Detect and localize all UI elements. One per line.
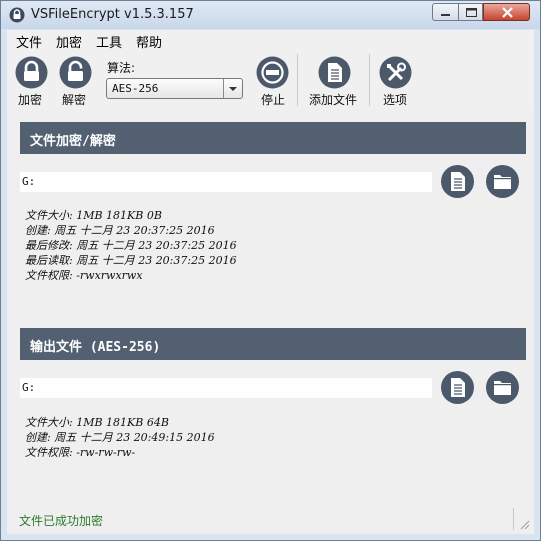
- stop-label: 停止: [261, 93, 286, 107]
- lock-closed-icon: [15, 56, 48, 89]
- minimize-icon: [441, 14, 450, 16]
- lock-icon: [9, 7, 25, 23]
- info-line: 创建: 周五 十二月 23 20:37:25 2016: [25, 224, 215, 237]
- status-separator: [513, 508, 514, 530]
- output-open-file-button[interactable]: [441, 371, 474, 404]
- toolbar: 加密 解密 算法: AES-256 停止 添加文件 选项: [7, 50, 534, 110]
- input-open-file-button[interactable]: [441, 165, 474, 198]
- menu-encrypt[interactable]: 加密: [56, 32, 82, 51]
- algorithm-value: AES-256: [112, 82, 159, 95]
- info-line: 创建: 周五 十二月 23 20:49:15 2016: [25, 431, 215, 444]
- document-icon: [318, 56, 351, 89]
- lock-open-icon: [59, 56, 92, 89]
- title-bar[interactable]: VSFileEncrypt v1.5.3.157: [1, 1, 540, 29]
- folder-icon: [494, 175, 511, 189]
- info-line: 文件权限: -rwxrwxrwx: [25, 269, 143, 282]
- algorithm-select[interactable]: AES-256: [106, 78, 243, 99]
- input-section-header: 文件加密/解密: [20, 122, 526, 154]
- add-file-label: 添加文件: [309, 93, 358, 107]
- output-section-header: 输出文件 (AES-256): [20, 328, 526, 360]
- close-button[interactable]: [483, 3, 530, 21]
- minimize-button[interactable]: [432, 3, 458, 21]
- resize-grip-icon[interactable]: [518, 518, 530, 530]
- app-window: VSFileEncrypt v1.5.3.157 文件 加密 工具 帮助 加密: [0, 0, 541, 541]
- output-file-info: 文件大小: 1MB 181KB 64B 创建: 周五 十二月 23 20:49:…: [25, 415, 215, 460]
- tools-icon: [379, 56, 412, 89]
- info-line: 文件权限: -rw-rw-rw-: [25, 446, 136, 459]
- stop-icon: [256, 56, 289, 89]
- dropdown-button[interactable]: [223, 79, 242, 98]
- info-line: 文件大小: 1MB 181KB 64B: [25, 416, 169, 429]
- input-section-title: 文件加密/解密: [30, 134, 116, 149]
- algorithm-label: 算法:: [107, 61, 136, 75]
- output-section-title: 输出文件 (AES-256): [30, 340, 161, 355]
- options-label: 选项: [383, 93, 408, 107]
- input-path-value: G:: [22, 175, 36, 188]
- maximize-button[interactable]: [458, 3, 483, 21]
- output-path-value: G:: [22, 381, 36, 394]
- output-open-folder-button[interactable]: [486, 371, 519, 404]
- folder-icon: [494, 381, 511, 395]
- decrypt-button[interactable]: 解密: [57, 50, 93, 110]
- status-text: 文件已成功加密: [19, 514, 104, 528]
- menu-bar: 文件 加密 工具 帮助: [7, 30, 534, 51]
- window-title: VSFileEncrypt v1.5.3.157: [31, 7, 194, 22]
- menu-help[interactable]: 帮助: [136, 32, 162, 51]
- info-line: 最后修改: 周五 十二月 23 20:37:25 2016: [25, 239, 237, 252]
- input-file-info: 文件大小: 1MB 181KB 0B 创建: 周五 十二月 23 20:37:2…: [25, 208, 237, 283]
- options-button[interactable]: 选项: [377, 50, 413, 110]
- main-panel: 文件加密/解密 G: 文件大小: 1MB 181KB 0B 创建: 周五 十二月…: [7, 110, 534, 534]
- info-line: 文件大小: 1MB 181KB 0B: [25, 209, 162, 222]
- stop-button[interactable]: 停止: [255, 50, 291, 110]
- document-icon: [451, 172, 465, 191]
- maximize-icon: [466, 8, 477, 17]
- close-icon: [502, 7, 513, 18]
- toolbar-separator: [369, 54, 370, 106]
- input-path-field[interactable]: G:: [20, 172, 432, 192]
- decrypt-label: 解密: [62, 93, 87, 107]
- document-icon: [451, 378, 465, 397]
- menu-tools[interactable]: 工具: [96, 32, 122, 51]
- encrypt-label: 加密: [18, 93, 43, 107]
- menu-file[interactable]: 文件: [16, 32, 42, 51]
- add-file-button[interactable]: 添加文件: [307, 50, 363, 110]
- info-line: 最后读取: 周五 十二月 23 20:37:25 2016: [25, 254, 237, 267]
- encrypt-button[interactable]: 加密: [13, 50, 49, 110]
- toolbar-separator: [297, 54, 298, 106]
- input-open-folder-button[interactable]: [486, 165, 519, 198]
- chevron-down-icon: [229, 87, 237, 91]
- output-path-field[interactable]: G:: [20, 378, 432, 398]
